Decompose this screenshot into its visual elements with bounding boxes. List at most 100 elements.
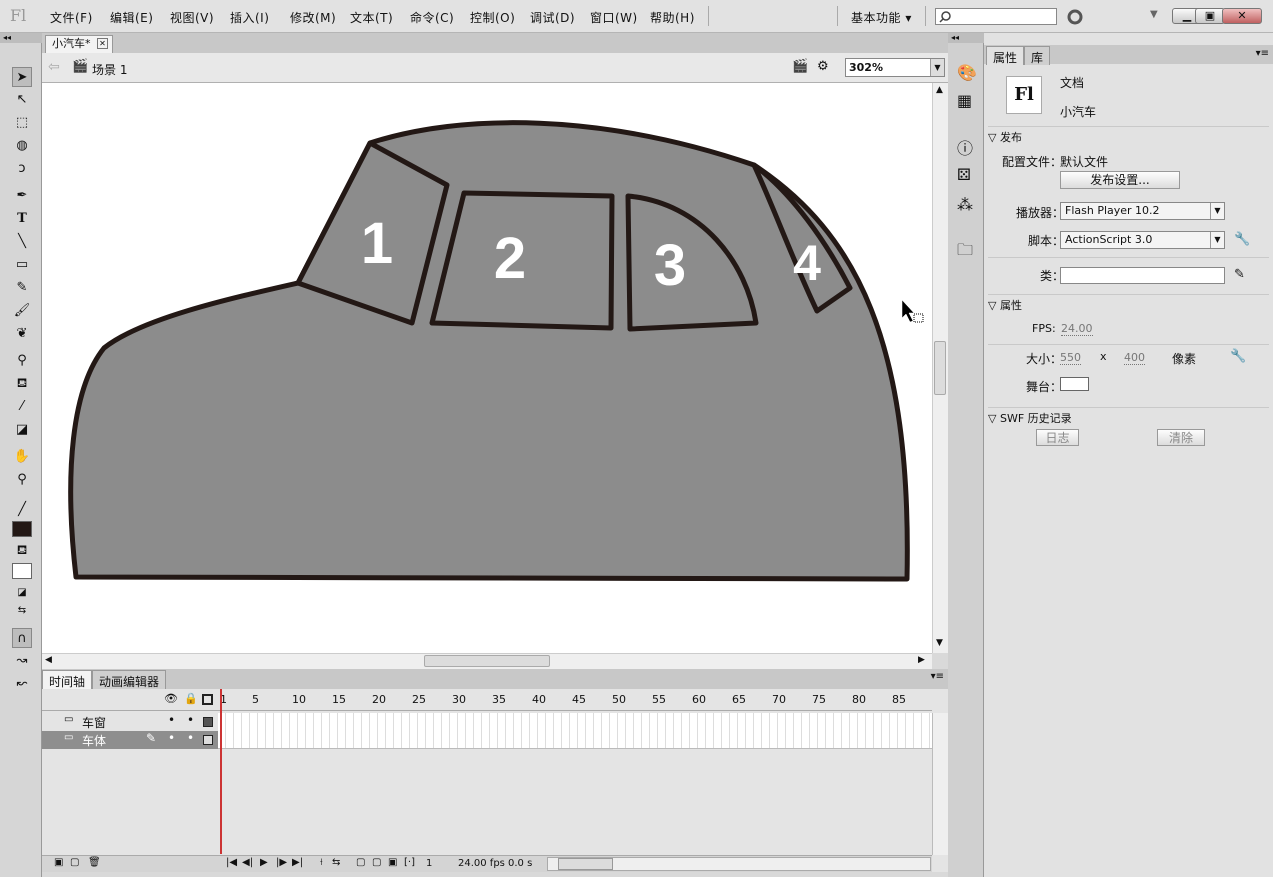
lasso-tool-icon[interactable]: ↄ (12, 159, 32, 179)
paint-bucket-tool-icon[interactable]: ⛾ (12, 374, 32, 394)
straighten-icon[interactable]: ↜ (12, 674, 32, 694)
workspace-switcher[interactable]: 基本功能 ▾ (851, 9, 912, 26)
bone-tool-icon[interactable]: ⚲ (12, 351, 32, 371)
play-icon[interactable]: ▶ (260, 857, 268, 868)
panel-menu-icon[interactable]: ▾≡ (931, 671, 944, 682)
free-transform-tool-icon[interactable]: ⬚ (12, 113, 32, 133)
publish-settings-button[interactable]: 发布设置... (1060, 171, 1180, 189)
cs-live-icon[interactable] (1066, 8, 1084, 26)
outline-icon[interactable] (202, 694, 213, 705)
onion-outline-icon[interactable]: ▢ (372, 857, 381, 868)
3d-rotation-tool-icon[interactable]: ◍ (12, 136, 32, 156)
tab-library[interactable]: 库 (1024, 46, 1051, 65)
log-button[interactable]: 日志 (1036, 429, 1079, 446)
fps-value[interactable]: 24.00 (1061, 322, 1093, 336)
info-panel-icon[interactable]: ⓘ (957, 135, 973, 159)
lock-dot[interactable]: • (187, 731, 194, 745)
scroll-down-icon[interactable]: ▼ (936, 638, 943, 648)
chevron-down-icon[interactable]: ▼ (930, 59, 944, 76)
height-value[interactable]: 400 (1124, 351, 1145, 365)
class-input[interactable] (1060, 267, 1225, 284)
close-tab-icon[interactable]: ✕ (97, 38, 108, 49)
line-tool-icon[interactable]: ╲ (12, 232, 32, 252)
chevron-down-icon[interactable]: ▼ (1150, 9, 1158, 20)
new-layer-icon[interactable]: ▣ (54, 857, 63, 868)
clear-button[interactable]: 清除 (1157, 429, 1205, 446)
menu-edit[interactable]: 编辑(E) (110, 9, 153, 26)
default-colors-icon[interactable]: ◪ (12, 583, 32, 603)
menu-text[interactable]: 文本(T) (350, 9, 393, 26)
menu-debug[interactable]: 调试(D) (530, 9, 575, 26)
last-frame-icon[interactable]: ▶| (292, 857, 303, 868)
scroll-left-icon[interactable]: ◀ (45, 655, 52, 665)
horizontal-scrollbar[interactable]: ◀ ▶ (42, 653, 932, 669)
pen-tool-icon[interactable]: ✒ (12, 186, 32, 206)
stroke-color-icon[interactable]: ╱ (12, 500, 32, 520)
prev-frame-icon[interactable]: ◀| (242, 857, 253, 868)
new-folder-icon[interactable]: ▢ (70, 857, 79, 868)
tab-properties[interactable]: 属性 (986, 46, 1025, 65)
back-arrow-icon[interactable]: ⇦ (48, 59, 60, 75)
close-button[interactable]: ✕ (1222, 8, 1262, 24)
attributes-section-header[interactable]: ▽ 属性 (988, 294, 1269, 312)
zoom-tool-icon[interactable]: ⚲ (12, 470, 32, 490)
lock-icon[interactable]: 🔒 (184, 692, 198, 705)
stroke-color-swatch[interactable] (12, 521, 32, 537)
tab-document[interactable]: 小汽车* ✕ (45, 35, 113, 53)
eraser-tool-icon[interactable]: ◪ (12, 420, 32, 440)
frame-ruler[interactable]: 1 5 10 15 20 25 30 35 40 45 50 55 60 65 70 75 80 85 (218, 689, 932, 711)
chevron-down-icon[interactable]: ▼ (1210, 232, 1224, 248)
fill-color-icon[interactable]: ⛾ (12, 541, 32, 561)
swap-colors-icon[interactable]: ⇆ (12, 601, 32, 621)
timeline-hscroll[interactable] (547, 857, 931, 871)
color-panel-icon[interactable]: 🎨 (957, 63, 977, 82)
wrench-icon[interactable]: 🔧 (1230, 349, 1246, 364)
maximize-button[interactable]: ▣ (1195, 8, 1225, 24)
vertical-scroll-thumb[interactable] (934, 341, 946, 395)
zoom-select[interactable]: 302% ▼ (845, 58, 945, 77)
menu-modify[interactable]: 修改(M) (290, 9, 336, 26)
subselection-tool-icon[interactable]: ↖ (12, 90, 32, 110)
timeline-vscroll[interactable] (932, 713, 948, 855)
horizontal-scroll-thumb[interactable] (424, 655, 550, 667)
delete-layer-icon[interactable]: 🗑 (88, 857, 101, 868)
next-frame-icon[interactable]: |▶ (276, 857, 287, 868)
swatches-panel-icon[interactable]: ▦ (957, 91, 972, 110)
outline-swatch[interactable] (203, 717, 213, 727)
hand-tool-icon[interactable]: ✋ (12, 447, 32, 467)
edit-class-icon[interactable]: ✎ (1234, 267, 1245, 282)
playhead[interactable] (220, 689, 222, 854)
menu-control[interactable]: 控制(O) (470, 9, 515, 26)
edit-multiple-icon[interactable]: ▣ (388, 857, 397, 868)
project-panel-icon[interactable]: 🗀 (957, 239, 973, 266)
menu-commands[interactable]: 命令(C) (410, 9, 454, 26)
publish-section-header[interactable]: ▽ 发布 (988, 126, 1269, 144)
smooth-icon[interactable]: ↝ (12, 651, 32, 671)
stage[interactable]: 1 2 3 4 (42, 83, 932, 653)
menu-insert[interactable]: 插入(I) (230, 9, 269, 26)
chevron-down-icon[interactable]: ▼ (1210, 203, 1224, 219)
layer-row-selected[interactable]: ▭ 车体 ✎ • • (42, 731, 218, 749)
script-select[interactable]: ActionScript 3.0 ▼ (1060, 231, 1225, 249)
collapse-dock-icon[interactable]: ◂◂ (948, 33, 984, 43)
rectangle-tool-icon[interactable]: ▭ (12, 255, 32, 275)
menu-help[interactable]: 帮助(H) (650, 9, 695, 26)
panel-menu-icon[interactable]: ▾≡ (1256, 48, 1269, 59)
loop-icon[interactable]: ⇆ (332, 857, 340, 868)
timeline-scroll-thumb[interactable] (558, 858, 613, 870)
layer-name[interactable]: 车窗 (82, 714, 106, 731)
wrench-icon[interactable]: 🔧 (1234, 232, 1250, 247)
scroll-right-icon[interactable]: ▶ (918, 655, 925, 665)
eye-icon[interactable]: 👁 (164, 692, 178, 705)
edit-symbol-icon[interactable]: ⚙ (817, 59, 829, 74)
pencil-tool-icon[interactable]: ✎ (12, 278, 32, 298)
text-tool-icon[interactable]: T (12, 209, 32, 229)
vertical-scrollbar[interactable]: ▲ ▼ (932, 83, 948, 653)
onion-skin-icon[interactable]: ▢ (356, 857, 365, 868)
lock-dot[interactable]: • (187, 713, 194, 727)
frame-rate[interactable]: 24.00 fps (458, 858, 505, 869)
frame-grid[interactable] (218, 713, 932, 749)
visibility-dot[interactable]: • (168, 713, 175, 727)
outline-swatch[interactable] (203, 735, 213, 745)
player-select[interactable]: Flash Player 10.2 ▼ (1060, 202, 1225, 220)
